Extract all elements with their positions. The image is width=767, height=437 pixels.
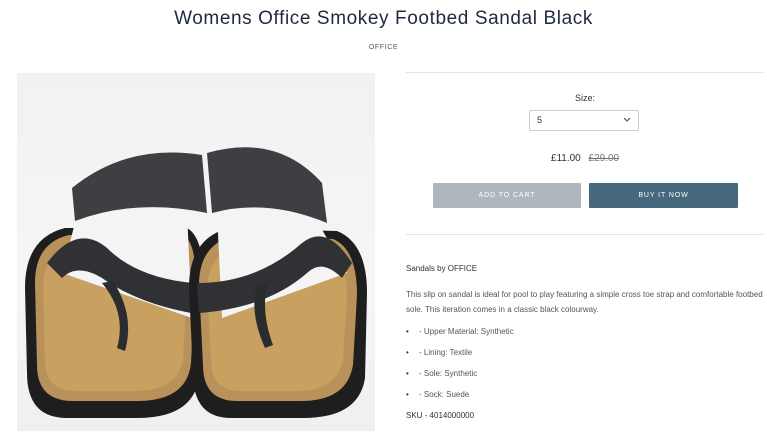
sandal-illustration	[25, 147, 367, 418]
product-title: Womens Office Smokey Footbed Sandal Blac…	[174, 8, 593, 29]
left-sandal	[25, 152, 207, 418]
list-item: - Sock: Suede	[406, 390, 764, 411]
product-vendor[interactable]: OFFICE	[0, 44, 767, 51]
price-row: £11.00 £29.00	[406, 153, 764, 164]
add-to-cart-button[interactable]: ADD TO CART	[433, 183, 581, 208]
list-item: - Lining: Textile	[406, 348, 764, 369]
chevron-down-icon	[623, 117, 631, 122]
description-heading: Sandals by OFFICE	[406, 264, 478, 273]
buy-now-button[interactable]: BUY IT NOW	[589, 183, 738, 208]
size-label: Size:	[574, 93, 595, 103]
list-item: - Sole: Synthetic	[406, 369, 764, 390]
original-price: £29.00	[588, 153, 620, 164]
list-item: - Upper Material: Synthetic	[406, 327, 764, 348]
size-select[interactable]: 5	[529, 110, 639, 131]
description-paragraph: This slip on sandal is ideal for pool to…	[406, 290, 763, 314]
divider	[406, 72, 764, 73]
current-price: £11.00	[550, 153, 581, 164]
product-description: Sandals by OFFICE This slip on sandal is…	[406, 264, 764, 420]
sku-text: SKU - 4014000000	[406, 411, 475, 420]
size-select-value: 5	[537, 115, 543, 125]
right-sandal	[189, 147, 367, 418]
feature-list: - Upper Material: Synthetic - Lining: Te…	[406, 327, 764, 411]
divider	[406, 234, 764, 235]
product-image[interactable]	[17, 73, 375, 431]
